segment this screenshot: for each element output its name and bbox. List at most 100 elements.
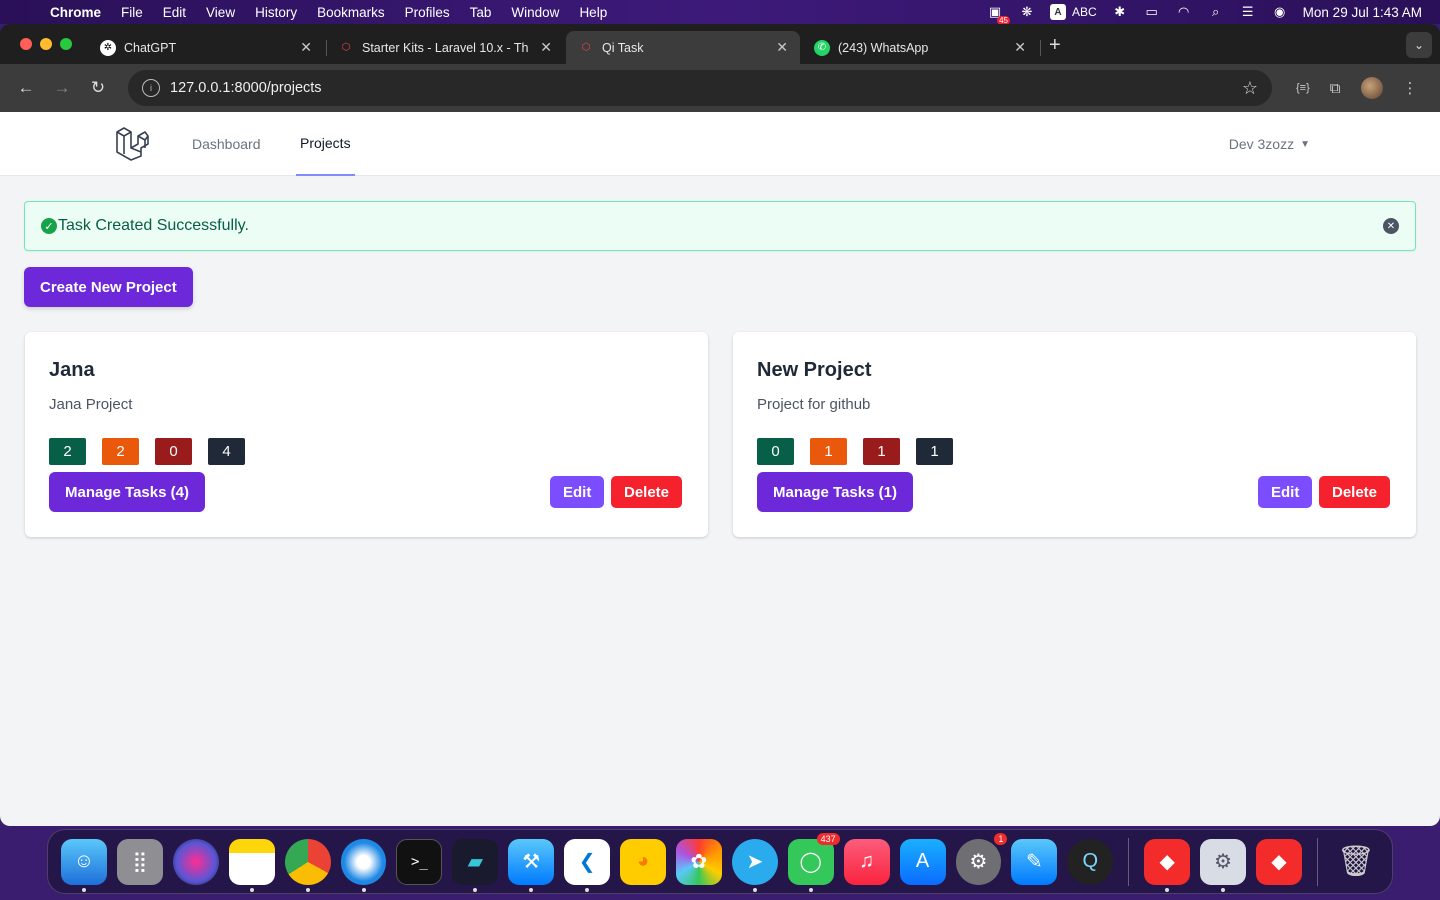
extensions-puzzle-icon[interactable]: ⧉ [1330,80,1341,97]
xcode-icon[interactable]: ⚒ [508,838,555,892]
launchpad-icon[interactable]: ⣿ [116,838,163,885]
user-name: Dev 3zozz [1228,136,1295,152]
nav-dashboard[interactable]: Dashboard [192,112,261,176]
laravel-logo-icon[interactable] [114,126,150,162]
music-icon[interactable]: ♫ [843,838,890,885]
close-icon[interactable]: ✕ [1383,218,1399,234]
address-bar[interactable]: i 127.0.0.1:8000/projects ☆ [128,70,1272,106]
system-preferences-icon[interactable]: ⚙ [1200,838,1247,892]
battery-icon[interactable]: ▭ [1143,4,1161,19]
create-project-button[interactable]: Create New Project [24,267,193,307]
count-badge-pending: 1 [863,438,900,465]
forward-button[interactable]: → [46,72,78,104]
menu-tab[interactable]: Tab [460,5,502,20]
project-name: New Project [757,359,872,381]
menu-profiles[interactable]: Profiles [395,5,460,20]
browser-window: ✲ ChatGPT ✕ ⬡ Starter Kits - Laravel 10.… [0,24,1440,826]
project-name: Jana [49,359,95,381]
profile-avatar[interactable] [1360,77,1383,99]
notes-icon[interactable] [228,838,275,892]
cyberduck-icon[interactable]: ◕ [620,838,666,885]
finder-icon[interactable]: ☺ [61,838,107,892]
vscode-icon[interactable]: ❮ [564,838,611,892]
menu-file[interactable]: File [111,5,153,20]
bluetooth-icon[interactable]: ✱ [1111,4,1129,19]
terminal-icon[interactable]: >_ [396,838,443,885]
dock-divider [1316,837,1318,886]
safari-icon[interactable]: ✦ [340,838,387,892]
notification-status-icon[interactable]: ▣ 45 [986,4,1010,25]
close-tab-icon[interactable]: ✕ [1014,39,1026,56]
search-icon[interactable]: ⌕ [1207,4,1225,19]
extension-icon[interactable]: {≡} [1296,82,1310,94]
menu-history[interactable]: History [245,5,307,20]
system-settings-icon[interactable]: ⚙ 1 [955,832,1008,885]
reload-button[interactable]: ↻ [82,72,114,104]
control-center-icon[interactable]: ☰ [1239,4,1257,19]
messages-icon[interactable]: ◯ 437 [787,832,840,892]
count-badge-in-progress: 2 [102,438,139,465]
menu-bookmarks[interactable]: Bookmarks [307,5,395,20]
laravel-icon: ⬡ [581,42,591,53]
manage-tasks-button[interactable]: Manage Tasks (1) [757,472,913,512]
siri-icon[interactable] [172,838,219,885]
close-tab-icon[interactable]: ✕ [300,39,312,56]
tab-title: ChatGPT [124,40,177,55]
app-status-icon[interactable]: ❋ [1018,4,1036,19]
delete-button[interactable]: Delete [611,476,683,508]
close-tab-icon[interactable]: ✕ [540,39,552,56]
trash-icon[interactable]: 🗑 [1333,839,1379,885]
menubar-status-area: ▣ 45 ❋ A ABC ✱ ▭ ◠ ⌕ ☰ ◉ Mon 29 Jul 1:43 … [986,4,1440,25]
tab-qi-task[interactable]: ⬡ Qi Task ✕ [566,31,800,64]
quicktime-icon[interactable]: Q [1067,838,1114,885]
project-card: Jana Jana Project 2 2 0 4 Manage Tasks (… [25,332,708,537]
minimize-window-button[interactable] [40,38,52,50]
project-description: Project for github [757,396,871,413]
anydesk-icon-2[interactable]: ◆ [1256,838,1302,885]
tab-whatsapp[interactable]: ✆ (243) WhatsApp ✕ [802,31,1038,64]
tab-chatgpt[interactable]: ✲ ChatGPT ✕ [88,31,324,64]
menu-edit[interactable]: Edit [153,5,196,20]
fullscreen-window-button[interactable] [60,38,72,50]
menu-window[interactable]: Window [501,5,569,20]
simulator-icon[interactable]: ✎ [1011,838,1058,885]
edit-button[interactable]: Edit [1258,476,1313,508]
chevron-down-icon: ▼ [1300,138,1310,150]
bookmark-star-icon[interactable]: ☆ [1242,78,1258,99]
window-controls [20,38,72,50]
input-source-label: ABC [1071,5,1097,19]
photos-icon[interactable]: ✿ [675,838,722,885]
alert-message: Task Created Successfully. [58,217,249,234]
close-tab-icon[interactable]: ✕ [776,39,788,56]
project-description: Jana Project [49,396,133,413]
menu-app-name[interactable]: Chrome [44,5,111,20]
wifi-icon[interactable]: ◠ [1175,4,1193,19]
manage-tasks-button[interactable]: Manage Tasks (4) [49,472,205,512]
messages-badge: 437 [816,832,840,845]
close-window-button[interactable] [20,38,32,50]
count-badge-in-progress: 1 [810,438,847,465]
new-tab-button[interactable]: + [1049,34,1061,57]
chrome-icon[interactable] [284,838,331,892]
chrome-menu-icon[interactable]: ⋮ [1403,79,1418,97]
menu-help[interactable]: Help [569,5,617,20]
input-source-icon[interactable]: A [1049,4,1066,20]
url-text[interactable]: 127.0.0.1:8000/projects [170,80,322,96]
nav-projects[interactable]: Projects [296,112,355,176]
task-status-counts: 2 2 0 4 [49,438,245,465]
edit-button[interactable]: Edit [550,476,605,508]
tab-laravel-starter-kits[interactable]: ⬡ Starter Kits - Laravel 10.x - Th ✕ [326,31,564,64]
app-store-icon[interactable]: A [899,838,946,885]
count-badge-total: 1 [916,438,953,465]
site-info-icon[interactable]: i [142,79,160,97]
user-menu[interactable]: Dev 3zozz ▼ [1229,112,1310,176]
siri-icon[interactable]: ◉ [1271,4,1289,19]
back-button[interactable]: ← [10,72,42,104]
menu-view[interactable]: View [196,5,245,20]
telegram-icon[interactable]: ➤ [731,838,778,892]
sublime-text-icon[interactable]: ▰ [452,838,499,892]
delete-button[interactable]: Delete [1319,476,1391,508]
anydesk-icon[interactable]: ◆ [1144,838,1191,892]
tab-search-button[interactable]: ⌄ [1406,32,1432,58]
menubar-clock[interactable]: Mon 29 Jul 1:43 AM [1303,5,1422,20]
